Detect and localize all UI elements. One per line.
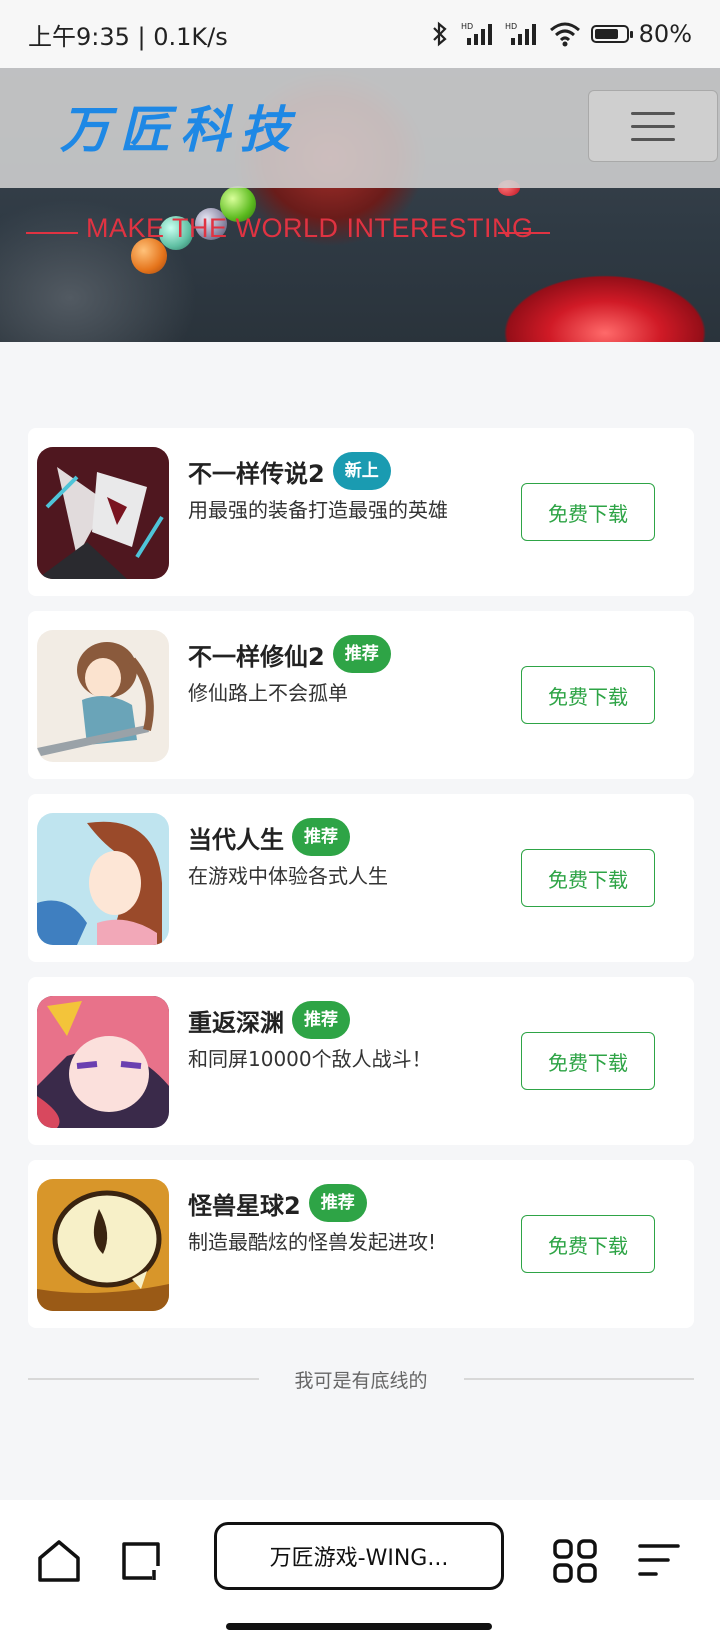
game-title[interactable]: 重返深渊 [188, 1003, 284, 1038]
bluetooth-icon [429, 21, 451, 47]
status-badge: 新上 [332, 452, 391, 490]
signal-icon-1: HD [461, 21, 495, 47]
browser-toolbar: 万匠游戏-WING... [0, 1500, 720, 1640]
game-title-row: 重返深渊 推荐 [188, 1001, 350, 1039]
slogan-text: MAKE THE WORLD INTERESTING [86, 213, 534, 243]
abyss-game-icon[interactable] [37, 996, 169, 1128]
divider-line [463, 1378, 695, 1380]
game-title[interactable]: 怪兽星球2 [188, 1186, 301, 1221]
game-title-row: 怪兽星球2 推荐 [188, 1184, 367, 1222]
battery-level [594, 29, 618, 39]
status-badge: 推荐 [308, 1184, 367, 1222]
cultivation-game-icon[interactable] [37, 630, 169, 762]
game-card[interactable]: 不一样修仙2 推荐 修仙路上不会孤单 免费下载 [28, 611, 694, 779]
download-button[interactable]: 免费下载 [521, 666, 655, 724]
site-logo[interactable]: 万匠科技 [60, 90, 300, 162]
hamburger-icon-bar [631, 124, 675, 128]
hamburger-icon-bar [631, 111, 675, 115]
download-button[interactable]: 免费下载 [521, 849, 655, 907]
signal-icon-2: HD [505, 21, 539, 47]
game-title-row: 不一样修仙2 推荐 [188, 635, 391, 673]
slogan-line-right [498, 232, 550, 234]
home-indicator[interactable] [226, 1623, 492, 1630]
download-button[interactable]: 免费下载 [521, 1032, 655, 1090]
game-description: 在游戏中体验各式人生 [188, 864, 388, 888]
battery-icon [590, 25, 633, 43]
address-bar[interactable]: 万匠游戏-WING... [214, 1522, 504, 1590]
legend-game-icon[interactable] [37, 447, 169, 579]
game-card[interactable]: 不一样传说2 新上 用最强的装备打造最强的英雄 免费下载 [28, 428, 694, 596]
monster-game-icon[interactable] [37, 1179, 169, 1311]
status-bar: 上午9:35 | 0.1K/s HD HD 80% [0, 0, 720, 68]
game-title-row: 不一样传说2 新上 [188, 452, 391, 490]
apps-grid-icon[interactable] [550, 1536, 600, 1586]
tabs-icon[interactable] [116, 1536, 166, 1586]
download-button[interactable]: 免费下载 [521, 1215, 655, 1273]
status-icons: HD HD 80% [429, 20, 692, 48]
menu-button[interactable] [588, 90, 718, 162]
header-banner: 万匠科技 MAKE THE WORLD INTERESTING [0, 68, 720, 342]
game-card[interactable]: 怪兽星球2 推荐 制造最酷炫的怪兽发起进攻! 免费下载 [28, 1160, 694, 1328]
game-card[interactable]: 当代人生 推荐 在游戏中体验各式人生 免费下载 [28, 794, 694, 962]
status-badge: 推荐 [292, 818, 350, 856]
hamburger-icon-bar [631, 137, 675, 141]
life-game-icon[interactable] [37, 813, 169, 945]
svg-text:HD: HD [461, 22, 473, 31]
game-title-row: 当代人生 推荐 [188, 818, 350, 856]
svg-text:HD: HD [505, 22, 517, 31]
status-badge: 推荐 [332, 635, 391, 673]
game-title[interactable]: 不一样修仙2 [188, 637, 325, 672]
battery-percent: 80% [638, 20, 692, 48]
status-badge: 推荐 [292, 1001, 350, 1039]
download-button[interactable]: 免费下载 [521, 483, 655, 541]
game-description: 和同屏10000个敌人战斗！ [188, 1047, 432, 1071]
game-title[interactable]: 不一样传说2 [188, 454, 325, 489]
game-card[interactable]: 重返深渊 推荐 和同屏10000个敌人战斗！ 免费下载 [28, 977, 694, 1145]
game-description: 用最强的装备打造最强的英雄 [188, 498, 448, 522]
home-icon[interactable] [34, 1536, 84, 1586]
status-time: 上午9:35 | 0.1K/s [28, 22, 228, 51]
game-description: 修仙路上不会孤单 [188, 681, 348, 705]
wifi-icon [549, 21, 581, 47]
end-of-list-text: 我可是有底线的 [294, 1369, 428, 1392]
slogan-line-left [26, 232, 78, 234]
menu-lines-icon[interactable] [634, 1536, 684, 1586]
game-list: 不一样传说2 新上 用最强的装备打造最强的英雄 免费下载 不一样修仙2 推荐 修… [28, 428, 694, 1343]
end-of-list-divider: 我可是有底线的 [28, 1364, 695, 1394]
divider-line [28, 1378, 259, 1380]
game-description: 制造最酷炫的怪兽发起进攻! [188, 1230, 437, 1254]
game-title[interactable]: 当代人生 [188, 820, 284, 855]
